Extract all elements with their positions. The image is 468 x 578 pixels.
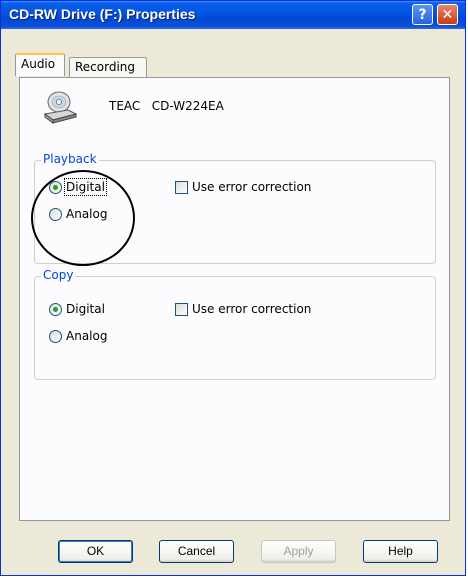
radio-checked-icon [49,302,62,316]
playback-digital-label: Digital [64,178,107,196]
copy-digital-label: Digital [66,302,105,316]
title-bar[interactable]: CD-RW Drive (F:) Properties ? ✕ [1,1,465,29]
playback-error-correction-checkbox[interactable]: Use error correction [175,180,311,194]
checkbox-icon [175,180,188,194]
window-title: CD-RW Drive (F:) Properties [9,6,196,22]
copy-digital-radio[interactable]: Digital [49,302,105,316]
close-button[interactable]: ✕ [437,4,458,25]
ok-button[interactable]: OK [58,540,133,563]
playback-error-correction-label: Use error correction [192,180,312,194]
properties-window: CD-RW Drive (F:) Properties ? ✕ Audio Re… [0,0,466,576]
playback-legend: Playback [41,152,99,166]
cancel-button[interactable]: Cancel [159,540,234,563]
device-vendor: TEAC [109,99,141,113]
dialog-client: Audio Recording TEAC CD-W224EA Playback [1,29,465,575]
playback-digital-radio[interactable]: Digital [49,178,107,196]
copy-analog-label: Analog [66,329,108,343]
radio-checked-icon [49,180,62,194]
copy-group: Copy Digital Analog Use error correction [34,268,436,380]
radio-unchecked-icon [49,207,62,221]
help-button[interactable]: Help [363,540,438,563]
close-icon: ✕ [441,6,454,23]
tab-audio[interactable]: Audio [15,53,65,76]
help-title-button[interactable]: ? [412,4,433,25]
copy-analog-radio[interactable]: Analog [49,329,107,343]
cd-drive-icon [43,91,78,124]
device-model: CD-W224EA [151,99,224,113]
copy-legend: Copy [41,268,76,282]
radio-unchecked-icon [49,329,62,343]
playback-analog-radio[interactable]: Analog [49,207,107,221]
copy-error-correction-label: Use error correction [192,302,312,316]
question-mark-icon: ? [418,6,427,23]
playback-group: Playback Digital Analog Use error correc… [34,152,436,264]
tab-recording[interactable]: Recording [69,57,147,77]
playback-analog-label: Analog [66,207,108,221]
copy-error-correction-checkbox[interactable]: Use error correction [175,302,311,316]
audio-tab-panel: TEAC CD-W224EA Playback Digital Analog U… [19,77,450,521]
checkbox-icon [175,302,188,316]
device-name: TEAC CD-W224EA [109,99,224,113]
apply-button[interactable]: Apply [261,540,336,563]
